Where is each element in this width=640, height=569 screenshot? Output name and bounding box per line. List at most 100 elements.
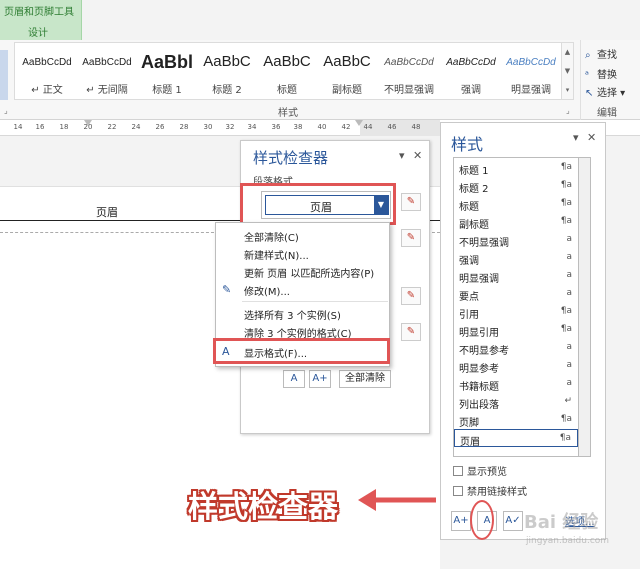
menu-separator [242,301,388,302]
style-label: 不明显参考 [459,346,509,357]
menu-clear-all[interactable]: 全部清除(C) [244,229,299,244]
style-type-icon: ¶a [560,216,572,226]
gallery-scroll[interactable]: ▲ ▼ ▾ [562,42,574,100]
style-type-icon: ¶a [560,198,572,208]
style-name: 标题 1 [152,85,182,96]
style-name: ↵ 无间隔 [86,85,128,96]
word-window: 页眉和页脚工具 设计 AaBbCcDd ↵ 正文 AaBbCcDd ↵ 无间隔 … [0,0,640,569]
style-item-book-title[interactable]: 书籍标题 a [454,375,578,393]
style-preview: AaBbCcDd [384,57,434,68]
dialog-launcher-icon[interactable]: ⌟ [4,106,8,115]
replace-icon: ᵃ [585,70,589,81]
style-label: 要点 [459,292,479,303]
style-item-footer[interactable]: 页脚 ¶a [454,411,578,429]
highlight-inspector-button [470,500,494,540]
manage-styles-icon[interactable]: A✓ [503,511,523,531]
clear-font-format-icon[interactable]: ✎ [401,287,421,305]
styles-dialog-launcher-icon[interactable]: ⌟ [566,106,570,115]
style-card-emphasis[interactable]: AaBbCcDd 强调 [441,43,501,99]
style-type-icon: a [566,288,572,298]
ruler-tick: 26 [155,123,165,131]
clear-all-button[interactable]: 全部清除 [339,370,391,388]
style-item-list-paragraph[interactable]: 列出段落 ↵ [454,393,578,411]
style-item-subtle-reference[interactable]: 不明显参考 a [454,339,578,357]
style-item-intense-emphasis[interactable]: 明显强调 a [454,267,578,285]
design-tab-label[interactable]: 设计 [28,24,48,39]
style-item-header[interactable]: 页眉 ¶a [454,429,578,448]
editing-group: ⌕ 查找 ᵃ 替换 ↖ 选择 ▾ 编辑 [580,40,640,120]
watermark: Bai 经验 [524,512,599,533]
style-preview: AaBbC [263,53,311,70]
style-card-subtle-emphasis[interactable]: AaBbCcDd 不明显强调 [379,43,439,99]
style-item-heading-2[interactable]: 标题 2 ¶a [454,177,578,195]
close-icon[interactable]: ✕ [413,149,422,162]
style-label: 标题 2 [459,184,489,195]
style-card-heading-2[interactable]: AaBbC 标题 2 [197,43,257,99]
style-card-no-spacing[interactable]: AaBbCcDd ↵ 无间隔 [77,43,137,99]
style-item-emphasis[interactable]: 强调 a [454,249,578,267]
clear-paragraph-format-icon[interactable]: ✎ [401,193,421,211]
ruler-tick: 38 [293,123,303,131]
style-name: 标题 2 [212,85,242,96]
style-preview: AaBbCcDd [82,57,132,68]
reveal-formatting-icon[interactable]: A [283,370,305,388]
header-text[interactable]: 页眉 [96,204,118,220]
menu-modify[interactable]: 修改(M)... [244,283,290,298]
pane-options-icon[interactable]: ▾ [399,149,405,162]
disable-linked-label: 禁用链接样式 [467,487,527,498]
style-preview: AaBbCcDd [506,57,556,68]
styles-list-scrollbar[interactable] [579,157,591,457]
header-footer-tools-tab[interactable]: 页眉和页脚工具 设计 [0,0,82,40]
style-card-intense-emphasis[interactable]: AaBbCcDd 明显强调 [501,43,561,99]
styles-pane-title: 样式 [451,135,484,154]
style-item-intense-quote[interactable]: 明显引用 ¶a [454,321,578,339]
style-type-icon: ¶a [560,306,572,316]
replace-label: 替换 [597,70,617,81]
style-name: 强调 [461,85,481,96]
ruler-tick: 48 [411,123,421,131]
find-button[interactable]: ⌕ 查找 [585,46,617,61]
style-card-subtitle[interactable]: AaBbC 副标题 [317,43,377,99]
style-item-quote[interactable]: 引用 ¶a [454,303,578,321]
style-type-icon: ¶a [560,162,572,172]
style-type-icon: ¶a [560,414,572,424]
contextual-group-label: 页眉和页脚工具 [4,7,74,18]
close-icon[interactable]: ✕ [587,131,596,144]
style-card-normal[interactable]: AaBbCcDd ↵ 正文 [17,43,77,99]
style-label: 标题 1 [459,166,489,177]
style-item-intense-reference[interactable]: 明显参考 a [454,357,578,375]
new-style-icon[interactable]: A+ [451,511,471,531]
clear-font-direct-icon[interactable]: ✎ [401,323,421,341]
gallery-down-icon[interactable]: ▼ [562,62,573,81]
style-item-title[interactable]: 标题 ¶a [454,195,578,213]
style-preview: AaBbl [140,52,193,72]
new-style-icon[interactable]: A+ [309,370,331,388]
gallery-more-icon[interactable]: ▾ [562,81,573,100]
disable-linked-styles-checkbox[interactable]: 禁用链接样式 [453,483,527,498]
style-type-icon: ¶a [559,433,571,443]
style-item-subtle-emphasis[interactable]: 不明显强调 a [454,231,578,249]
pane-options-icon[interactable]: ▾ [573,131,579,144]
style-item-subtitle[interactable]: 副标题 ¶a [454,213,578,231]
menu-new-style[interactable]: 新建样式(N)... [244,247,309,262]
ruler-tick: 14 [13,123,23,131]
style-item-heading-1[interactable]: 标题 1 ¶a [454,159,578,177]
style-label: 引用 [459,310,479,321]
style-label: 明显参考 [459,364,499,375]
ruler-tick: 28 [179,123,189,131]
style-item-strong[interactable]: 要点 a [454,285,578,303]
clear-paragraph-direct-icon[interactable]: ✎ [401,229,421,247]
cursor-icon: ↖ [585,88,594,99]
style-card-heading-1[interactable]: AaBbl 标题 1 [137,43,197,99]
menu-select-all-instances[interactable]: 选择所有 3 个实例(S) [244,307,341,322]
select-button[interactable]: ↖ 选择 ▾ [585,84,625,99]
ruler-tick: 18 [59,123,69,131]
highlight-style-box [240,183,396,225]
annotation-label: 样式检查器 [188,490,338,525]
style-card-title[interactable]: AaBbC 标题 [257,43,317,99]
menu-update-style[interactable]: 更新 页眉 以匹配所选内容(P) [244,265,374,280]
show-preview-checkbox[interactable]: 显示预览 [453,463,507,478]
clipboard-group-stub [0,50,8,100]
gallery-up-icon[interactable]: ▲ [562,43,573,62]
replace-button[interactable]: ᵃ 替换 [585,66,617,81]
